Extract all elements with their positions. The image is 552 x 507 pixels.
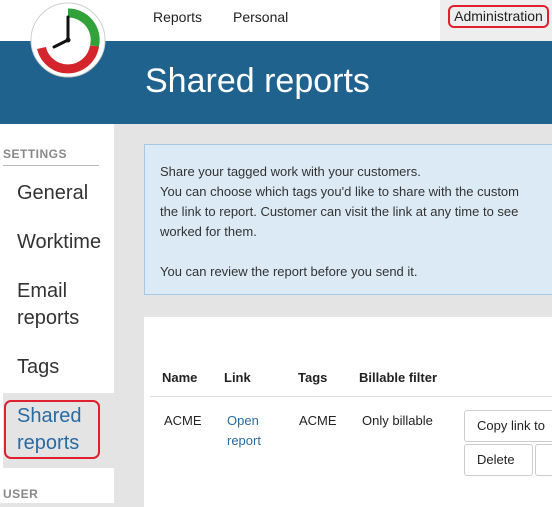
info-line: You can review the report before you sen… <box>160 264 418 279</box>
column-header-billable-filter: Billable filter <box>359 370 438 385</box>
sidebar-item-tags[interactable]: Tags <box>17 354 59 381</box>
page-title: Shared reports <box>145 62 370 100</box>
info-text: Share your tagged work with your custome… <box>160 162 519 282</box>
sidebar-item-general[interactable]: General <box>17 180 88 207</box>
sidebar-item-label: Email <box>17 280 68 302</box>
info-line: You can choose which tags you'd like to … <box>160 184 519 199</box>
info-line: worked for them. <box>160 224 257 239</box>
sidebar-heading-settings: SETTINGS <box>3 147 99 166</box>
column-header-tags: Tags <box>298 370 328 385</box>
column-header-name: Name <box>162 370 198 385</box>
copy-link-button[interactable]: Copy link to <box>464 410 552 442</box>
column-header-link: Link <box>224 370 251 385</box>
clock-logo-icon[interactable] <box>30 2 106 78</box>
sidebar-item-label: reports <box>17 307 80 329</box>
info-line: the link to report. Customer can visit t… <box>160 204 519 219</box>
cell-billable-filter: Only billable <box>362 413 433 428</box>
nav-personal-link[interactable]: Personal <box>233 9 288 25</box>
cell-name: ACME <box>164 413 202 428</box>
sidebar-item-label: reports <box>17 432 80 454</box>
sidebar-heading-user: USER <box>3 487 39 501</box>
open-report-link[interactable]: Open report <box>227 411 261 451</box>
info-line <box>160 242 519 262</box>
partial-button[interactable] <box>535 444 552 476</box>
sidebar-item-label: Shared <box>17 405 82 427</box>
table-header-divider <box>150 396 552 397</box>
nav-administration-link[interactable]: Administration <box>448 5 549 28</box>
sidebar-item-shared-reports[interactable]: Shared reports <box>17 403 82 457</box>
link-text: Open <box>227 413 259 428</box>
sidebar-item-worktime[interactable]: Worktime <box>17 229 101 256</box>
info-line: Share your tagged work with your custome… <box>160 164 421 179</box>
nav-reports-link[interactable]: Reports <box>153 9 202 25</box>
cell-tags: ACME <box>299 413 337 428</box>
delete-button[interactable]: Delete <box>464 444 533 476</box>
link-text: report <box>227 433 261 448</box>
sidebar-item-email-reports[interactable]: Email reports <box>17 278 79 332</box>
